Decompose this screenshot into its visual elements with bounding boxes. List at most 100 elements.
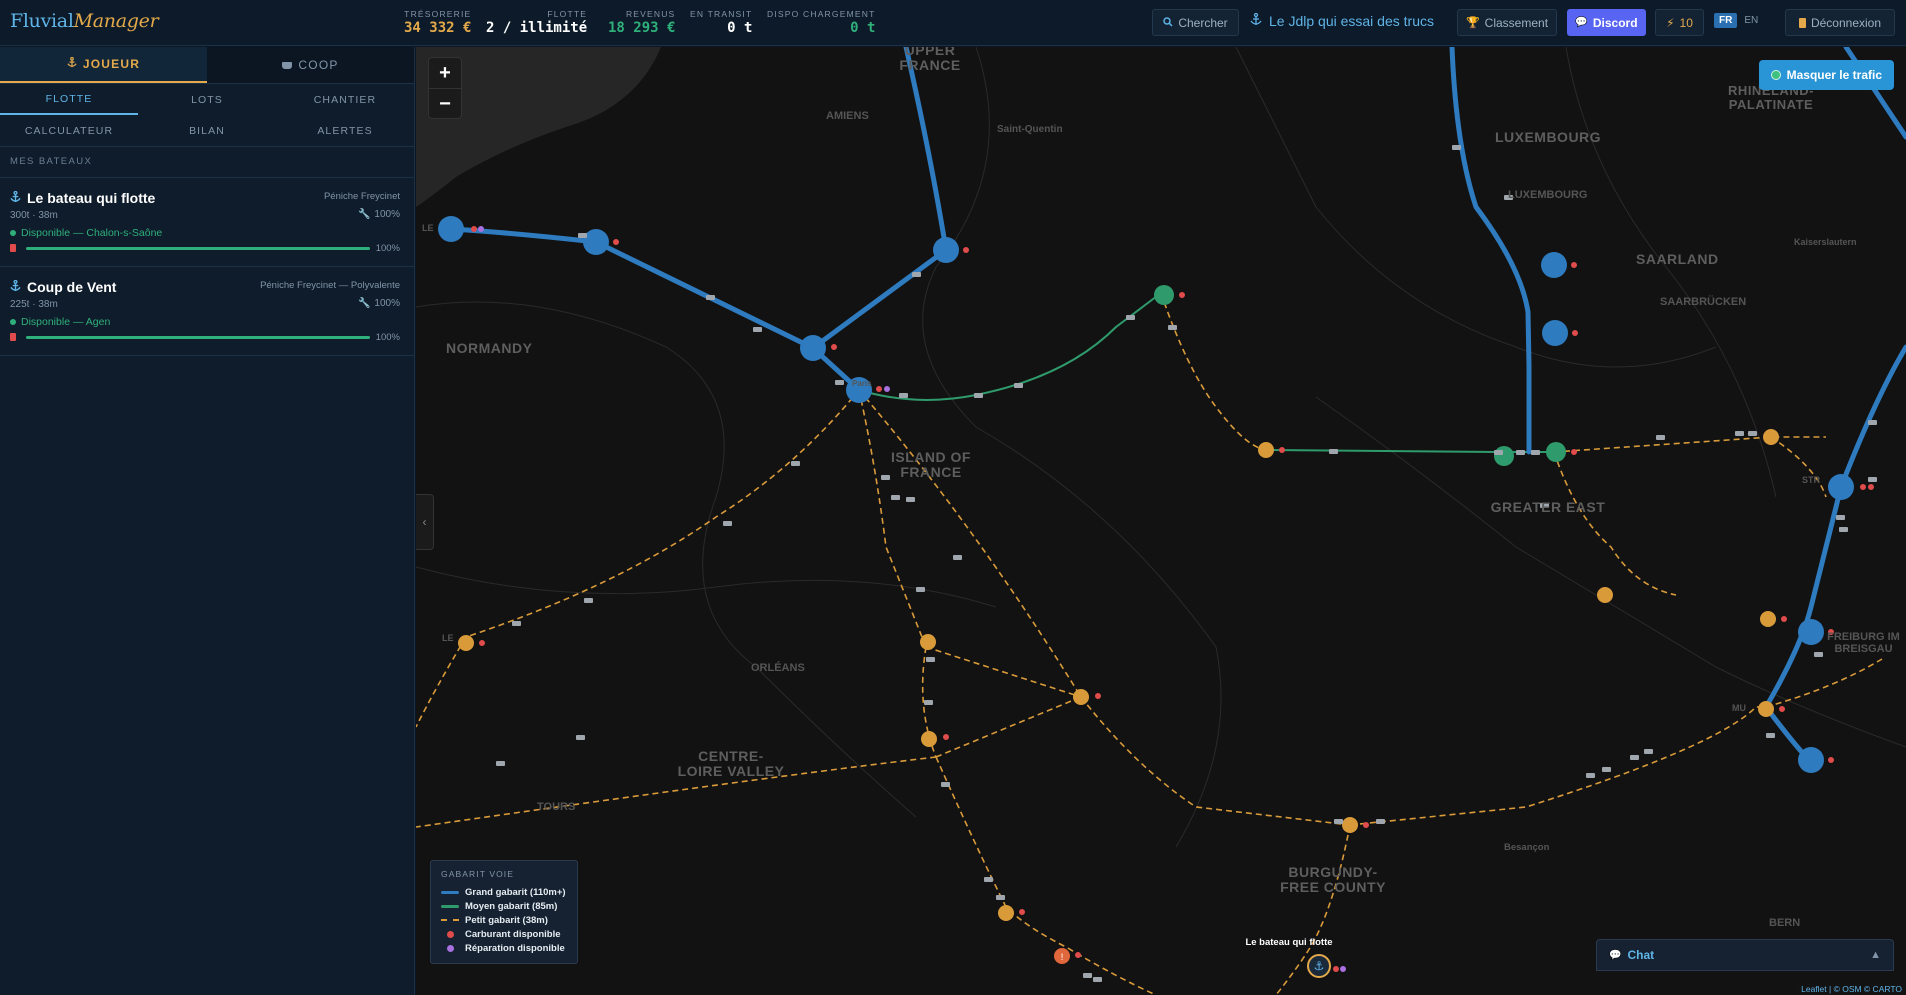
discord-button-label: Discord (1592, 15, 1638, 30)
condition-value: 100% (374, 298, 400, 309)
legend-label: Carburant disponible (465, 928, 561, 940)
trophy-icon: 🏆 (1465, 17, 1480, 29)
city-label: Kaiserslautern (1794, 237, 1857, 247)
map-view[interactable]: ! ⚓ UPPER FRANCE NORMANDY ISLAND OF FRAN… (416, 47, 1906, 995)
sub-tabs: FLOTTE LOTS CHANTIER CALCULATEUR BILAN A… (0, 84, 414, 147)
city-label: Saint-Quentin (997, 124, 1063, 135)
city-label: STR (1802, 475, 1820, 485)
map-canvas[interactable]: ! ⚓ (416, 47, 1906, 995)
stat-value: 34 332 € (404, 20, 472, 36)
subtab-shipyard[interactable]: CHANTIER (276, 84, 414, 115)
fuel-row: 100% (10, 332, 400, 344)
stat-label: FLOTTE (547, 9, 588, 19)
zoom-out-button[interactable]: − (429, 89, 461, 119)
boat-specs: 225t · 38m (10, 299, 58, 310)
chat-toggle-button[interactable]: ▲ (1870, 949, 1881, 961)
stat-treasury: TRÉSORERIE 34 332 € (404, 9, 471, 36)
anchor-icon (10, 190, 21, 206)
anchor-icon (67, 56, 77, 71)
company-name[interactable]: Le Jdlp qui essai des trucs (1250, 12, 1434, 29)
legend-item: Moyen gabarit (85m) (441, 899, 567, 913)
discord-button[interactable]: 💬 Discord (1567, 9, 1646, 36)
tab-coop[interactable]: COOP (207, 47, 414, 83)
region-label: UPPER FRANCE (899, 47, 961, 74)
legend-label: Moyen gabarit (85m) (465, 900, 558, 912)
stat-load-available: DISPO CHARGEMENT 0 t (767, 9, 875, 36)
toggle-traffic-button[interactable]: Masquer le trafic (1758, 60, 1894, 90)
ranking-button[interactable]: 🏆 Classement (1457, 9, 1557, 36)
subtab-calculator[interactable]: CALCULATEUR (0, 115, 138, 146)
lang-en-button[interactable]: EN (1739, 13, 1763, 28)
wrench-icon: 🔧 (357, 298, 371, 309)
boat-condition: 🔧 100% (358, 298, 400, 309)
fuel-bar (26, 336, 370, 339)
player-boat-marker: ⚓ (1307, 954, 1346, 978)
legend-label: Grand gabarit (110m+) (465, 886, 566, 898)
tab-player[interactable]: JOUEUR (0, 47, 207, 83)
boat-card[interactable]: Le bateau qui flotte Péniche Freycinet 3… (0, 178, 414, 267)
stat-revenue: REVENUS 18 293 € (608, 9, 675, 36)
boat-status: Disponible — Agen (10, 316, 110, 328)
legend-swatch (447, 944, 454, 952)
stat-value: 0 t (850, 20, 876, 36)
city-label: MU (1732, 703, 1746, 713)
ranking-button-label: Classement (1484, 15, 1549, 30)
logo-text-1: Fluvial (10, 10, 74, 32)
legend-item: Petit gabarit (38m) (441, 913, 567, 927)
fuel-icon (10, 244, 16, 252)
fuel-percent: 100% (375, 332, 400, 343)
search-icon (1163, 16, 1173, 30)
subtab-fleet[interactable]: FLOTTE (0, 84, 138, 115)
top-bar: FluvialManager TRÉSORERIE 34 332 € FLOTT… (0, 0, 1906, 46)
search-button-label: Chercher (1178, 15, 1228, 30)
globe-icon (1770, 70, 1781, 80)
status-dot (10, 230, 16, 236)
city-label: LUXEMBOURG (1508, 189, 1588, 201)
condition-value: 100% (374, 209, 400, 220)
anchor-icon (1250, 12, 1262, 29)
legend-item: Grand gabarit (110m+) (441, 885, 567, 899)
boat-status: Disponible — Chalon-s-Saône (10, 227, 162, 239)
tab-coop-label: COOP (298, 58, 339, 72)
chat-header: 💬 Chat (1609, 948, 1654, 962)
boat-condition: 🔧 100% (358, 209, 400, 220)
stat-label: REVENUS (625, 9, 676, 19)
zoom-control: + − (428, 57, 462, 119)
subtab-lots[interactable]: LOTS (138, 84, 276, 115)
stat-value: 18 293 € (608, 20, 676, 36)
legend-swatch (441, 919, 459, 921)
status-dot (10, 319, 16, 325)
region-label: SAARLAND (1636, 251, 1719, 267)
legend-swatch (441, 890, 459, 894)
subtab-balance[interactable]: BILAN (138, 115, 276, 146)
boat-type: Péniche Freycinet (323, 191, 400, 202)
chat-label: Chat (1627, 948, 1655, 962)
logout-button[interactable]: Déconnexion (1785, 9, 1895, 36)
zoom-in-button[interactable]: + (429, 58, 461, 88)
subtab-alerts[interactable]: ALERTES (276, 115, 414, 146)
search-button[interactable]: Chercher (1152, 9, 1239, 36)
fuel-bar (26, 247, 370, 250)
city-label: SAARBRÜCKEN (1660, 296, 1747, 308)
wrench-icon: 🔧 (357, 209, 371, 220)
stat-fleet: FLOTTE 2 / illimité (486, 9, 587, 36)
stat-value: 2 / illimité (486, 20, 588, 36)
stat-label: DISPO CHARGEMENT (767, 9, 876, 19)
chat-bubble-icon: 💬 (1609, 949, 1622, 961)
boat-card[interactable]: Coup de Vent Péniche Freycinet — Polyval… (0, 267, 414, 356)
fuel-percent: 100% (375, 243, 400, 254)
boat-type: Péniche Freycinet — Polyvalente (260, 280, 400, 291)
region-label: CENTRE-LOIRE VALLEY (677, 748, 785, 780)
section-title: MES BATEAUX (0, 147, 414, 178)
energy-counter[interactable]: ⚡ 10 (1655, 9, 1704, 36)
app-logo[interactable]: FluvialManager (10, 10, 159, 32)
lang-fr-button[interactable]: FR (1714, 13, 1738, 28)
boat-name-label: Coup de Vent (27, 279, 117, 295)
status-label: Disponible — Agen (21, 316, 111, 328)
city-label: LE (422, 223, 434, 233)
boat-name-label: Le bateau qui flotte (27, 190, 156, 206)
map-attribution[interactable]: Leaflet | © OSM © CARTO (1797, 983, 1906, 995)
sidebar-collapse-button[interactable]: ‹ (416, 494, 434, 550)
toggle-traffic-label: Masquer le trafic (1786, 68, 1882, 82)
chat-panel[interactable]: 💬 Chat ▲ (1596, 939, 1894, 971)
